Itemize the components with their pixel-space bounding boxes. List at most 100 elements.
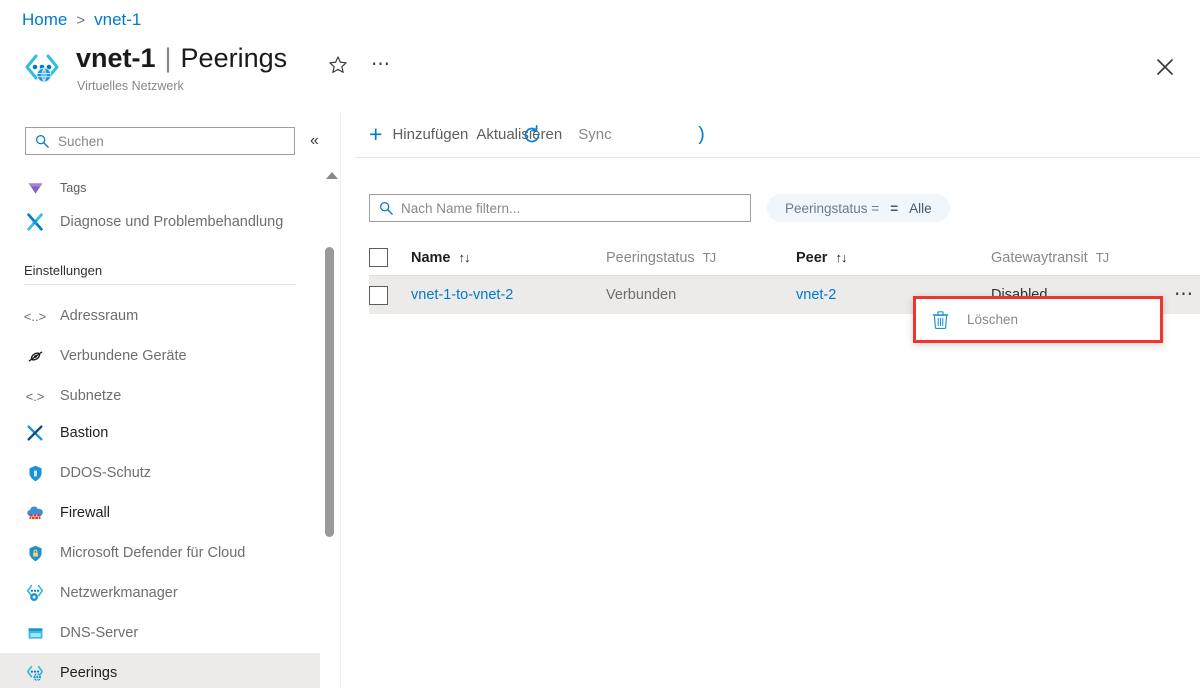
- row-select-cell: [369, 285, 411, 305]
- sidebar-item-ddos-schutz[interactable]: DDOS-Schutz: [0, 453, 320, 493]
- context-menu-item-loeschen[interactable]: Löschen: [916, 299, 1160, 340]
- table-header-row: Name ↑↓ Peeringstatus TJ Peer ↑↓ Gateway…: [369, 240, 1200, 276]
- filter-bar: Nach Name filtern... Peeringstatus = = A…: [369, 194, 950, 222]
- name-filter-input[interactable]: Nach Name filtern...: [369, 194, 751, 222]
- sidebar: Suchen « Tags Diagnose und Problembehand…: [0, 112, 340, 688]
- search-placeholder: Suchen: [58, 133, 104, 149]
- context-menu-item-label: Löschen: [967, 312, 1019, 327]
- pill-operator: =: [890, 200, 899, 216]
- sidebar-item-microsoft-defender[interactable]: Microsoft Defender für Cloud: [0, 533, 320, 573]
- sidebar-item-label: DNS-Server: [60, 625, 139, 641]
- main-content: + Hinzufügen Aktualisieren ) Sync Nach N…: [341, 112, 1200, 688]
- star-icon[interactable]: [327, 54, 349, 76]
- placeholder-icon: <..>: [23, 308, 47, 324]
- sidebar-item-label: DDOS-Schutz: [60, 465, 152, 481]
- shield-lock-icon: [24, 542, 46, 564]
- sidebar-scrollbar[interactable]: [322, 162, 338, 688]
- page-title: vnet-1 | Peerings: [76, 43, 288, 74]
- select-all-checkbox[interactable]: [369, 248, 388, 267]
- breadcrumb-vnet-1[interactable]: vnet-1: [94, 10, 141, 30]
- sidebar-item-label: Adressraum: [60, 308, 139, 324]
- dns-server-icon: [24, 622, 46, 644]
- sidebar-item-label: Netzwerkmanager: [60, 585, 178, 601]
- peering-icon: [24, 662, 46, 684]
- firewall-cloud-icon: [24, 502, 46, 524]
- sidebar-section-einstellungen: Einstellungen: [0, 262, 300, 280]
- sidebar-item-label: Verbundene Geräte: [60, 348, 187, 364]
- trash-icon: [932, 310, 949, 330]
- search-icon: [379, 201, 393, 215]
- more-actions-icon[interactable]: ⋯: [371, 55, 391, 74]
- peering-status-filter-pill[interactable]: Peeringstatus = = Alle: [767, 194, 950, 222]
- title-separator: |: [164, 43, 172, 73]
- command-bar: + Hinzufügen Aktualisieren ) Sync: [341, 112, 1200, 157]
- title-actions: ⋯: [327, 54, 391, 76]
- connected-devices-icon: [24, 345, 46, 367]
- sidebar-item-verbundene-geraete[interactable]: Verbundene Geräte: [0, 336, 320, 376]
- plus-icon[interactable]: +: [369, 123, 382, 146]
- wrench-screwdriver-icon: [24, 211, 46, 233]
- column-header-label: Peeringstatus: [606, 249, 695, 266]
- cell-peeringstatus: Verbunden: [606, 287, 677, 303]
- column-header-label: Gatewaytransit: [991, 249, 1088, 266]
- title-text-group: vnet-1 | Peerings Virtuelles Netzwerk: [76, 43, 288, 93]
- sort-icon: ↑↓: [835, 250, 847, 265]
- virtual-network-icon: [22, 48, 62, 88]
- search-input[interactable]: Suchen: [25, 127, 295, 155]
- column-header-gatewaytransit[interactable]: Gatewaytransit TJ: [991, 250, 1200, 266]
- sidebar-item-firewall[interactable]: Firewall: [0, 493, 320, 533]
- placeholder-icon: <.>: [25, 388, 45, 404]
- context-menu-highlight: Löschen: [913, 296, 1163, 343]
- name-filter-placeholder: Nach Name filtern...: [401, 200, 521, 216]
- row-context-menu-icon[interactable]: ⋯: [1174, 285, 1194, 304]
- scrollbar-thumb[interactable]: [325, 247, 334, 537]
- add-peering-button[interactable]: Hinzufügen: [392, 126, 468, 143]
- sidebar-nav-list: Tags Diagnose und Problembehandlung Eins…: [0, 160, 320, 688]
- page-title-block: vnet-1 | Peerings Virtuelles Netzwerk: [22, 43, 288, 93]
- sidebar-item-netzwerkmanager[interactable]: Netzwerkmanager: [0, 573, 320, 613]
- sidebar-item-label: Microsoft Defender für Cloud: [60, 545, 246, 561]
- sidebar-item-label: Bastion: [60, 425, 109, 441]
- cell-name[interactable]: vnet-1-to-vnet-2: [411, 287, 606, 303]
- sidebar-item-dns-server[interactable]: DNS-Server: [0, 613, 320, 653]
- sync-button[interactable]: Sync: [578, 126, 611, 143]
- sidebar-section-divider: [24, 284, 296, 285]
- column-header-peer[interactable]: Peer ↑↓: [796, 250, 991, 266]
- bastion-icon: [24, 422, 46, 444]
- column-header-peeringstatus[interactable]: Peeringstatus TJ: [606, 250, 796, 266]
- pill-value: Alle: [909, 200, 932, 216]
- breadcrumb-separator: >: [76, 11, 86, 29]
- breadcrumb-home[interactable]: Home: [22, 10, 67, 30]
- row-checkbox[interactable]: [369, 285, 388, 305]
- refresh-button[interactable]: Aktualisieren ): [476, 124, 704, 145]
- sidebar-item-subnetze[interactable]: <.> Subnetze: [0, 376, 320, 416]
- chevron-double-left-icon[interactable]: «: [310, 132, 319, 150]
- sort-icon: TJ: [1095, 250, 1109, 265]
- azure-portal-blade: Home > vnet-1 vnet-1 | Peerings Virtuell…: [0, 0, 1200, 688]
- breadcrumb: Home > vnet-1: [22, 10, 141, 30]
- sidebar-item-adressraum[interactable]: <..> Adressraum: [0, 296, 320, 336]
- column-header-label: Name: [411, 249, 451, 266]
- sort-icon: TJ: [702, 250, 716, 265]
- sidebar-item-label: Tags: [60, 181, 87, 195]
- refresh-label: Aktualisieren: [476, 126, 563, 143]
- blade-name: Peerings: [180, 43, 288, 73]
- column-header-name[interactable]: Name ↑↓: [411, 250, 606, 266]
- sidebar-item-peerings[interactable]: Peerings: [0, 653, 320, 688]
- sidebar-item-bastion[interactable]: Bastion: [0, 413, 320, 453]
- search-icon: [35, 134, 49, 148]
- network-manager-gear-icon: [24, 582, 46, 604]
- column-header-label: Peer: [796, 249, 828, 266]
- refresh-arc-decoration: ): [698, 123, 705, 145]
- scroll-up-arrow-icon[interactable]: [326, 172, 338, 179]
- tag-icon: [24, 177, 46, 199]
- sidebar-item-label: Diagnose und Problembehandlung: [60, 214, 284, 230]
- sidebar-section-label: Einstellungen: [24, 263, 103, 278]
- sidebar-item-diagnose[interactable]: Diagnose und Problembehandlung: [0, 202, 320, 242]
- pill-key: Peeringstatus =: [785, 200, 880, 216]
- sidebar-item-label: Peerings: [60, 665, 118, 681]
- resource-type-caption: Virtuelles Netzwerk: [77, 78, 184, 93]
- sidebar-item-label: Subnetze: [60, 388, 122, 404]
- command-bar-divider: [355, 157, 1200, 158]
- close-icon[interactable]: [1152, 54, 1178, 80]
